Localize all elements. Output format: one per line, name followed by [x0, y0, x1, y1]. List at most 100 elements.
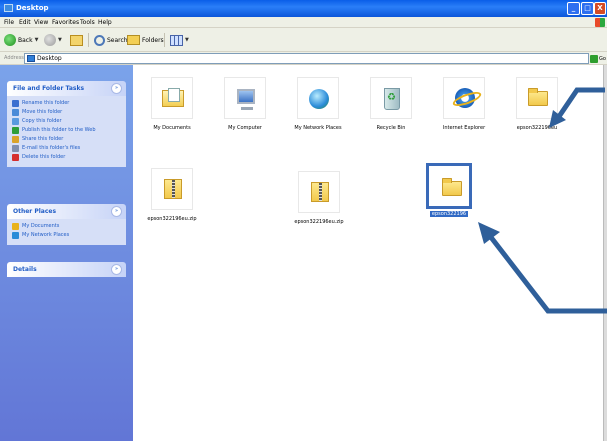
- file-label: Recycle Bin: [376, 125, 406, 131]
- forward-button[interactable]: ▼: [44, 32, 62, 48]
- go-button[interactable]: Go: [590, 53, 607, 64]
- details-header[interactable]: Details »: [7, 262, 126, 277]
- file-folder-tasks-panel: File and Folder Tasks » Rename this fold…: [7, 81, 126, 167]
- file-thumbnail: [224, 77, 266, 119]
- folder-up-icon: [70, 34, 83, 46]
- go-arrow-icon: [590, 54, 598, 63]
- forward-arrow-icon: [44, 34, 56, 46]
- file-label: epson322196eu: [516, 125, 558, 131]
- panel-title: Other Places: [13, 208, 57, 215]
- delete-icon: [12, 154, 19, 161]
- file-item[interactable]: epson322196eu.zip: [142, 168, 202, 222]
- menu-tools[interactable]: Tools: [80, 19, 95, 26]
- search-button[interactable]: Search: [94, 32, 128, 48]
- task-pane: File and Folder Tasks » Rename this fold…: [0, 65, 133, 441]
- file-item[interactable]: epson322196: [419, 163, 479, 217]
- task-label: Share this folder: [22, 136, 64, 142]
- panel-title: File and Folder Tasks: [13, 85, 85, 92]
- go-label: Go: [599, 55, 606, 62]
- address-input[interactable]: Desktop: [24, 53, 589, 64]
- folders-button[interactable]: Folders: [127, 32, 164, 48]
- title-bar[interactable]: Desktop _ □ X: [0, 0, 607, 17]
- file-folder-tasks-header[interactable]: File and Folder Tasks »: [7, 81, 126, 96]
- email-icon: [12, 145, 19, 152]
- collapse-button[interactable]: »: [111, 206, 122, 217]
- task-my-documents[interactable]: My Documents: [12, 223, 121, 230]
- address-value: Desktop: [37, 55, 62, 62]
- file-thumbnail: [370, 77, 412, 119]
- collapse-button[interactable]: »: [111, 83, 122, 94]
- other-places-list: My Documents My Network Places: [7, 219, 126, 245]
- back-arrow-icon: [4, 34, 16, 46]
- search-icon: [94, 34, 105, 46]
- task-delete[interactable]: Delete this folder: [12, 154, 121, 161]
- menu-favorites[interactable]: Favorites: [52, 19, 79, 26]
- file-thumbnail: [151, 168, 193, 210]
- rename-icon: [12, 100, 19, 107]
- task-network-places[interactable]: My Network Places: [12, 232, 121, 239]
- recycle-bin-icon: [384, 88, 400, 110]
- file-label: My Documents: [153, 125, 191, 131]
- folder-icon: [528, 88, 548, 106]
- file-label: My Network Places: [294, 125, 342, 131]
- menu-edit[interactable]: Edit: [19, 19, 31, 26]
- panel-title: Details: [13, 266, 37, 273]
- task-rename[interactable]: Rename this folder: [12, 100, 121, 107]
- file-label: epson322196eu.zip: [294, 219, 344, 225]
- file-thumbnail: [297, 77, 339, 119]
- menu-view[interactable]: View: [34, 19, 48, 26]
- windows-logo-icon: [595, 18, 605, 27]
- views-icon: [170, 34, 183, 46]
- up-button[interactable]: [70, 32, 83, 48]
- details-panel: Details »: [7, 262, 126, 277]
- file-view: My Documents My Computer My Network Places…: [133, 65, 607, 441]
- task-label: My Network Places: [22, 232, 70, 238]
- menu-help[interactable]: Help: [98, 19, 112, 26]
- collapse-button[interactable]: »: [111, 264, 122, 275]
- minimize-button[interactable]: _: [567, 2, 580, 15]
- toolbar-separator: [164, 33, 165, 47]
- scrollbar[interactable]: [603, 65, 607, 441]
- my-documents-icon: [12, 223, 19, 230]
- file-item[interactable]: Internet Explorer: [434, 77, 494, 131]
- task-label: Rename this folder: [22, 100, 70, 106]
- menu-file[interactable]: File: [4, 19, 14, 26]
- desktop-icon: [4, 4, 13, 12]
- file-thumbnail: [298, 171, 340, 213]
- views-button[interactable]: ▼: [170, 32, 189, 48]
- task-move[interactable]: Move this folder: [12, 109, 121, 116]
- address-label: Address: [4, 55, 24, 61]
- chevron-down-icon: ▼: [58, 37, 62, 43]
- file-thumbnail: [516, 77, 558, 119]
- task-copy[interactable]: Copy this folder: [12, 118, 121, 125]
- file-item[interactable]: Recycle Bin: [361, 77, 421, 131]
- back-label: Back: [18, 36, 33, 44]
- file-label: epson322196: [429, 211, 469, 217]
- window-title: Desktop: [16, 4, 49, 12]
- explorer-window: Desktop _ □ X File Edit View Favorites T…: [0, 0, 607, 441]
- file-item[interactable]: epson322196eu: [507, 77, 567, 131]
- my-computer-icon: [237, 89, 255, 110]
- back-button[interactable]: Back ▼: [4, 32, 38, 48]
- maximize-button[interactable]: □: [581, 2, 594, 15]
- file-item[interactable]: My Computer: [215, 77, 275, 131]
- task-label: Copy this folder: [22, 118, 62, 124]
- task-email[interactable]: E-mail this folder's files: [12, 145, 121, 152]
- zip-icon: [164, 179, 182, 199]
- internet-explorer-icon: [455, 88, 475, 108]
- other-places-header[interactable]: Other Places »: [7, 204, 126, 219]
- file-item[interactable]: My Network Places: [288, 77, 348, 131]
- task-publish[interactable]: Publish this folder to the Web: [12, 127, 121, 134]
- search-label: Search: [107, 36, 128, 44]
- file-label: epson322196eu.zip: [147, 216, 197, 222]
- task-share[interactable]: Share this folder: [12, 136, 121, 143]
- file-item[interactable]: My Documents: [142, 77, 202, 131]
- chevron-down-icon: ▼: [34, 37, 39, 43]
- close-button[interactable]: X: [594, 2, 606, 15]
- toolbar: Back ▼ ▼ Search Folders ▼: [0, 28, 607, 52]
- menu-bar: File Edit View Favorites Tools Help: [0, 17, 607, 28]
- file-folder-tasks-list: Rename this folder Move this folder Copy t…: [7, 96, 126, 167]
- task-label: Move this folder: [22, 109, 63, 115]
- file-thumbnail: [426, 163, 472, 209]
- file-item[interactable]: epson322196eu.zip: [289, 171, 349, 225]
